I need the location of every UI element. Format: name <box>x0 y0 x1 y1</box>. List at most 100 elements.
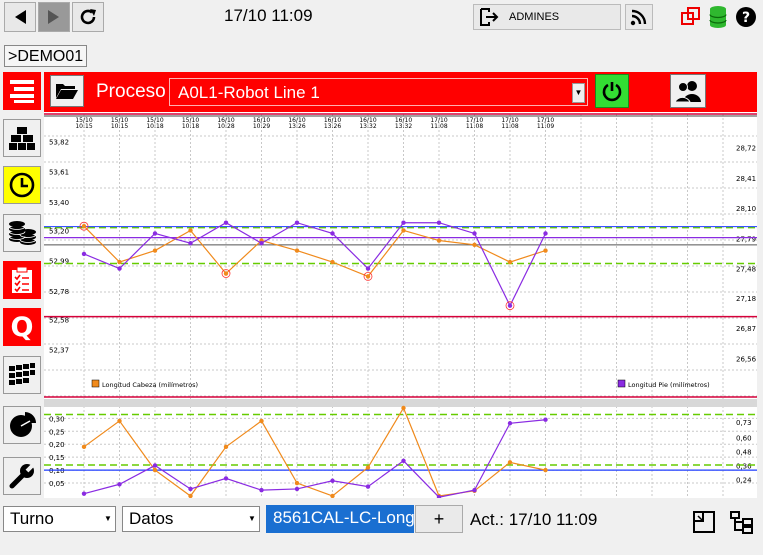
range-series-cabeza-point <box>401 405 406 411</box>
x-tick-label: 10:28 <box>217 123 234 130</box>
rss-button[interactable] <box>625 4 653 30</box>
svg-text:Q: Q <box>11 312 34 342</box>
turno-select[interactable]: Turno ▼ <box>3 506 116 532</box>
series-cabeza-point <box>117 259 122 265</box>
stock-button[interactable] <box>3 119 41 157</box>
x-tick-label: 11:08 <box>501 123 518 130</box>
datos-value: Datos <box>129 509 174 528</box>
range-series-pie-point <box>81 491 87 496</box>
quality-button[interactable]: Q <box>3 308 41 346</box>
left-axis-tick: 0,25 <box>49 428 65 436</box>
series-cabeza-point <box>401 228 406 233</box>
series-pie-point <box>436 220 442 225</box>
plant-prefix: > <box>8 48 18 65</box>
checklist-button[interactable] <box>3 261 41 299</box>
grid-dots-icon <box>9 363 35 385</box>
series-cabeza-point <box>223 271 229 276</box>
series-pie-point <box>152 231 158 236</box>
process-label: Proceso <box>96 81 166 102</box>
left-axis-tick: 53,82 <box>49 138 69 146</box>
right-axis-tick: 27,79 <box>736 235 756 243</box>
grid-button[interactable] <box>3 356 41 394</box>
help-icon[interactable]: ? <box>735 6 757 33</box>
time-button[interactable] <box>3 166 41 204</box>
x-tick-label: 13:26 <box>324 123 341 130</box>
cost-button[interactable] <box>3 214 41 252</box>
range-series-pie-point <box>472 487 477 493</box>
right-axis-tick: 28,41 <box>736 175 756 183</box>
tree-icon <box>730 511 753 534</box>
quality-q-icon: Q <box>11 312 34 342</box>
datos-select[interactable]: Datos ▼ <box>122 506 260 532</box>
range-series-pie-point <box>117 482 122 487</box>
left-axis-tick: 0,15 <box>49 454 65 462</box>
range-series-pie-point <box>365 484 371 489</box>
svg-text:?: ? <box>742 10 750 26</box>
series-cabeza-point <box>294 248 300 253</box>
range-series-cabeza-point <box>330 493 335 499</box>
database-icon[interactable] <box>708 5 728 34</box>
variable-selector[interactable]: 8561CAL-LC-Longi <box>266 505 414 533</box>
coins-icon <box>8 221 37 245</box>
x-tick-label: 10:29 <box>253 123 270 130</box>
chevron-down-icon: ▼ <box>572 83 585 103</box>
chevron-down-icon: ▼ <box>104 514 112 523</box>
x-tick-label: 10:18 <box>146 123 163 130</box>
range-series-pie-point <box>401 458 406 463</box>
series-pie-point <box>259 241 264 246</box>
right-axis-tick: 28,72 <box>736 145 756 153</box>
process-select[interactable]: A0L1-Robot Line 1 ▼ <box>169 78 588 106</box>
users-icon <box>674 81 701 103</box>
series-pie-point <box>472 231 477 236</box>
settings-button[interactable] <box>3 457 41 495</box>
x-tick-label: 13:32 <box>359 123 376 130</box>
windows-icon[interactable] <box>681 7 701 32</box>
refresh-button[interactable] <box>72 2 104 32</box>
menu-button[interactable] <box>3 72 41 110</box>
left-axis-tick: 52,78 <box>49 288 69 296</box>
range-series-cabeza-point <box>259 418 264 424</box>
range-chart-header <box>44 399 757 407</box>
open-folder-button[interactable] <box>50 75 84 107</box>
range-series-cabeza-point <box>223 444 229 450</box>
power-button[interactable] <box>595 74 629 108</box>
range-series-cabeza-point <box>117 418 122 424</box>
back-button[interactable] <box>4 2 36 32</box>
left-axis-tick: 0,20 <box>49 441 65 449</box>
series-cabeza-point <box>81 223 87 229</box>
forward-arrow-icon <box>48 10 59 24</box>
forward-button[interactable] <box>38 2 70 32</box>
right-axis-tick: 27,48 <box>736 266 756 274</box>
x-tick-label: 10:15 <box>111 123 128 130</box>
boxes-icon <box>9 127 35 150</box>
process-select-value: A0L1-Robot Line 1 <box>178 83 320 102</box>
layout-icon <box>693 511 715 533</box>
range-series-cabeza-point <box>365 465 371 470</box>
current-datetime: 17/10 11:09 <box>224 6 313 25</box>
tree-button[interactable] <box>729 510 755 539</box>
range-series-pie-point <box>507 421 513 426</box>
legend-swatch-pie <box>617 379 626 388</box>
users-button[interactable] <box>670 74 706 108</box>
series-cabeza-point <box>188 228 193 233</box>
plant-selector[interactable]: >DEMO01 <box>4 45 88 67</box>
layout-button[interactable] <box>692 510 716 539</box>
range-series-pie-point <box>259 487 264 493</box>
left-axis-tick: 53,20 <box>49 227 69 235</box>
add-button[interactable]: + <box>415 505 463 533</box>
spc-chart-canvas: 15/1010:1515/1010:1515/1010:1815/1010:18… <box>44 113 757 500</box>
series-pie-point <box>401 220 406 225</box>
right-axis-tick: 28,10 <box>736 205 756 213</box>
right-axis-tick: 0,24 <box>736 477 752 485</box>
range-series-pie-point <box>152 463 158 468</box>
range-series-pie-point <box>330 478 335 483</box>
series-pie-point <box>81 251 87 257</box>
left-axis-tick: 53,61 <box>49 169 69 177</box>
series-pie-point <box>507 303 513 308</box>
left-axis-tick: 52,58 <box>49 316 69 324</box>
range-series-cabeza-point <box>81 444 87 450</box>
pie-chart-button[interactable] <box>3 406 41 444</box>
user-button[interactable]: ADMINES <box>473 4 621 30</box>
variable-value: 8561CAL-LC-Longi <box>273 508 414 527</box>
right-axis-tick: 0,48 <box>736 448 752 456</box>
